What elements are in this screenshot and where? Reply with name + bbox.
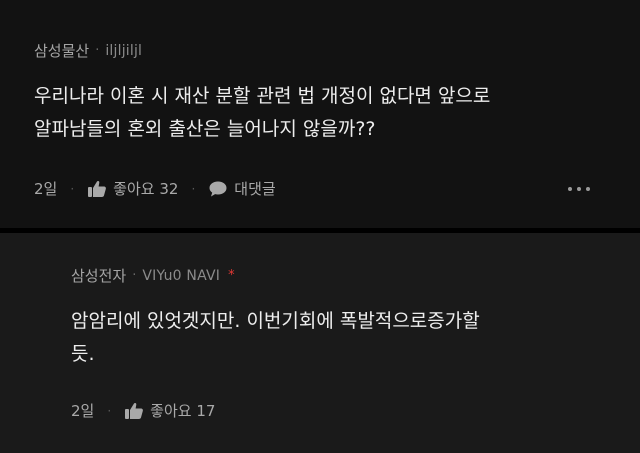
author-company[interactable]: 삼성물산: [34, 40, 89, 61]
more-icon-dot: [586, 187, 590, 191]
reply-body: 암암리에 있엇겟지만. 이번기회에 폭발적으로증가할 듯.: [71, 305, 480, 371]
reply-time: 2일: [71, 402, 95, 420]
thumbs-up-icon: [88, 180, 107, 197]
like-label: 좋아요 17: [150, 402, 216, 420]
author-company[interactable]: 삼성전자: [71, 265, 126, 286]
reply-actions: 2일 · 좋아요 17: [71, 400, 215, 421]
author-handle[interactable]: VIYu0 NAVI: [142, 268, 220, 284]
author-handle[interactable]: iljljiljl: [105, 43, 142, 59]
action-separator: ·: [70, 181, 75, 196]
comment-body: 우리나라 이혼 시 재산 분할 관련 법 개정이 없다면 앞으로 알파남들의 혼…: [34, 80, 490, 146]
action-separator: ·: [107, 403, 112, 418]
more-icon: [568, 187, 572, 191]
like-button[interactable]: 좋아요 32: [87, 178, 178, 199]
reply-line: 암암리에 있엇겟지만. 이번기회에 폭발적으로증가할: [71, 310, 480, 332]
action-separator: ·: [191, 181, 196, 196]
comment-line: 우리나라 이혼 시 재산 분할 관련 법 개정이 없다면 앞으로: [34, 85, 491, 107]
reply-label: 대댓글: [234, 180, 276, 198]
reply-author-meta: 삼성전자 · VIYu0 NAVI *: [71, 265, 235, 286]
reply-button[interactable]: 대댓글: [208, 178, 276, 199]
more-options-button[interactable]: [568, 187, 590, 191]
comment-card: 삼성물산 · iljljiljl 우리나라 이혼 시 재산 분할 관련 법 개정…: [0, 0, 640, 228]
meta-separator: ·: [132, 268, 137, 283]
comment-time: 2일: [34, 180, 58, 198]
author-badge: *: [228, 268, 235, 283]
comment-line: 알파남들의 혼외 출산은 늘어나지 않을까??: [34, 118, 376, 140]
meta-separator: ·: [95, 43, 100, 58]
comment-icon: [209, 181, 227, 196]
comment-author-meta: 삼성물산 · iljljiljl: [34, 40, 142, 61]
more-icon-dot: [577, 187, 581, 191]
reply-line: 듯.: [71, 343, 95, 365]
like-button[interactable]: 좋아요 17: [124, 400, 215, 421]
reply-card: 삼성전자 · VIYu0 NAVI * 암암리에 있엇겟지만. 이번기회에 폭발…: [0, 233, 640, 453]
comment-actions: 2일 · 좋아요 32 · 대댓글: [34, 178, 276, 199]
like-label: 좋아요 32: [113, 180, 179, 198]
thumbs-up-icon: [125, 402, 144, 419]
